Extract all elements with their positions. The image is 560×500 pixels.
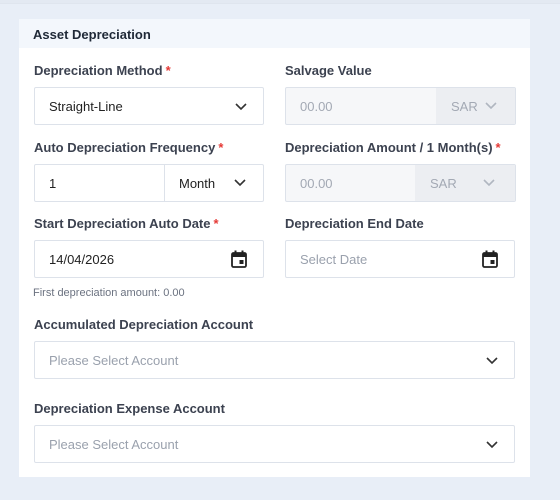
top-strip (0, 0, 560, 4)
required-mark: * (165, 63, 171, 78)
amount-currency-select: SAR (415, 165, 515, 201)
salvage-value-input: 00.00 (300, 99, 333, 114)
chevron-down-icon (485, 102, 497, 110)
accumulated-account-select[interactable]: Please Select Account (34, 341, 515, 379)
expense-account-label: Depreciation Expense Account (34, 401, 225, 416)
expense-account-select[interactable]: Please Select Account (34, 425, 515, 463)
required-mark: * (213, 216, 219, 231)
chevron-down-icon (486, 357, 498, 365)
salvage-currency-value: SAR (451, 99, 478, 114)
depreciation-method-value: Straight-Line (49, 99, 123, 114)
chevron-down-icon (486, 441, 498, 449)
depreciation-amount-field: 00.00 SAR (285, 164, 516, 202)
auto-frequency-label: Auto Depreciation Frequency * (34, 140, 223, 155)
depreciation-method-label: Depreciation Method * (34, 63, 171, 78)
calendar-icon[interactable] (231, 250, 247, 268)
auto-frequency-label-text: Auto Depreciation Frequency (34, 140, 216, 155)
calendar-icon[interactable] (482, 250, 498, 268)
depreciation-amount-label: Depreciation Amount / 1 Month(s) * (285, 140, 501, 155)
depreciation-method-select[interactable]: Straight-Line (34, 87, 264, 125)
card-title: Asset Depreciation (33, 27, 151, 42)
chevron-down-icon (483, 179, 495, 187)
accumulated-account-label: Accumulated Depreciation Account (34, 317, 254, 332)
end-date-placeholder: Select Date (300, 252, 368, 267)
first-depreciation-hint: First depreciation amount: 0.00 (33, 287, 185, 299)
page: Asset Depreciation Depreciation Method * … (0, 0, 560, 500)
accumulated-account-placeholder: Please Select Account (49, 353, 179, 368)
required-mark: * (218, 140, 224, 155)
required-mark: * (495, 140, 501, 155)
frequency-number-input[interactable]: 1 (49, 176, 56, 191)
salvage-value-field: 00.00 SAR (285, 87, 516, 125)
depreciation-method-label-text: Depreciation Method (34, 63, 163, 78)
frequency-unit-select[interactable]: Month (165, 165, 263, 201)
chevron-down-icon (234, 179, 246, 187)
chevron-down-icon (235, 103, 247, 111)
salvage-value-label: Salvage Value (285, 63, 372, 78)
end-date-label: Depreciation End Date (285, 216, 424, 231)
start-date-label-text: Start Depreciation Auto Date (34, 216, 211, 231)
salvage-currency-select: SAR (436, 88, 515, 124)
depreciation-amount-input: 00.00 (300, 176, 333, 191)
auto-frequency-field: 1 Month (34, 164, 264, 202)
start-date-input[interactable]: 14/04/2026 (34, 240, 264, 278)
card-header: Asset Depreciation (19, 19, 530, 48)
end-date-input[interactable]: Select Date (285, 240, 515, 278)
frequency-unit-value: Month (179, 176, 216, 191)
start-date-label: Start Depreciation Auto Date * (34, 216, 219, 231)
asset-depreciation-card: Asset Depreciation Depreciation Method * … (19, 19, 530, 477)
depreciation-amount-label-text: Depreciation Amount / 1 Month(s) (285, 140, 493, 155)
amount-currency-value: SAR (430, 176, 457, 191)
start-date-value: 14/04/2026 (49, 252, 115, 267)
expense-account-placeholder: Please Select Account (49, 437, 179, 452)
